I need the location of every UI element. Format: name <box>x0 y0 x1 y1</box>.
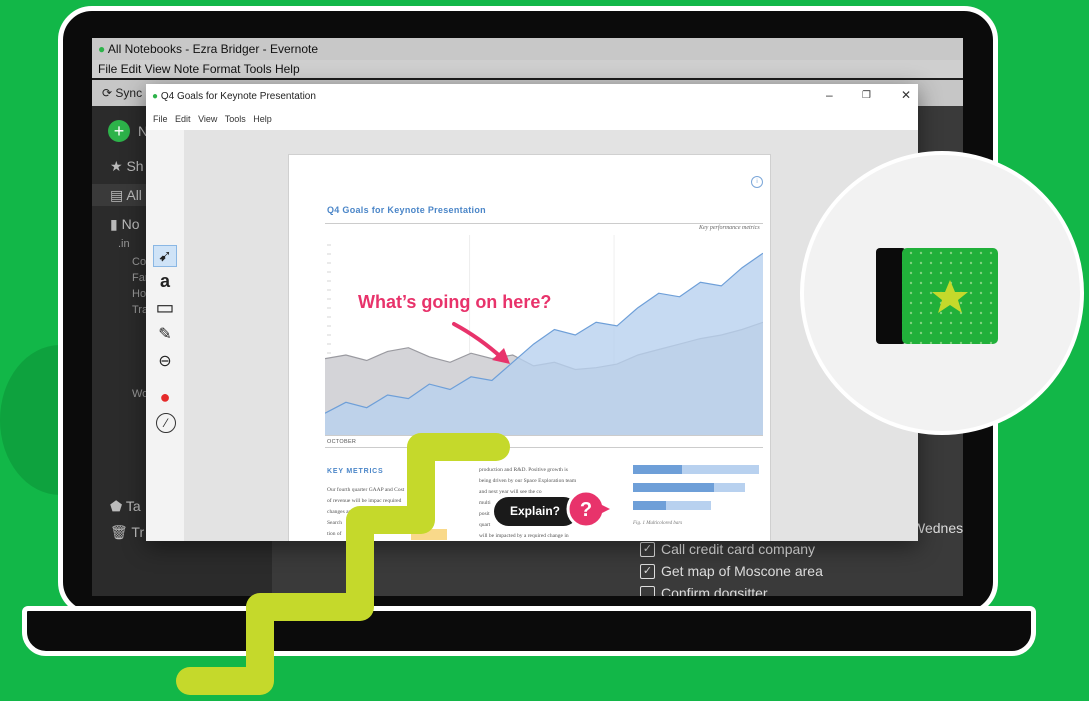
menu-view[interactable]: View <box>198 114 217 124</box>
figure-caption: Fig. 1 Multicolored bars <box>633 521 683 526</box>
notebook-icon: ▮ <box>110 216 118 232</box>
mini-bar-row <box>633 501 763 510</box>
mini-bar-chart <box>633 465 763 519</box>
checkbox-checked-icon[interactable]: ✓ <box>640 563 655 579</box>
color-picker-icon[interactable]: ● <box>153 386 177 408</box>
weekday-text: Wednesd <box>912 520 963 536</box>
sidebar-sub-item[interactable]: Co <box>132 256 146 268</box>
checkbox-checked-icon[interactable]: ✓ <box>640 541 655 557</box>
menu-edit[interactable]: Edit <box>175 114 191 124</box>
doc-window-title-bar: ● Q4 Goals for Keynote Presentation <box>146 84 918 109</box>
sync-icon: ⟳ <box>102 86 113 100</box>
sync-label: Sync <box>115 86 143 100</box>
chart-subtitle: Key performance metrics <box>699 225 760 231</box>
checklist-item[interactable]: Confirm dogsitter <box>640 582 963 596</box>
menu-help[interactable]: Help <box>253 114 272 124</box>
document-title: Q4 Goals for Keynote Presentation <box>327 205 486 215</box>
close-button[interactable]: ✕ <box>901 88 911 102</box>
area-chart <box>325 235 763 435</box>
trash-icon: 🗑 <box>110 524 128 540</box>
annotation-arrow-icon <box>452 322 510 364</box>
sidebar-item-notebooks[interactable]: ▮ No <box>110 216 140 233</box>
menu-tools[interactable]: Tools <box>225 114 246 124</box>
evernote-title-bar: ● All Notebooks - Ezra Bridger - Evernot… <box>92 38 963 60</box>
sidebar-sub-inbox[interactable]: .in <box>118 238 130 250</box>
checklist: ✓ Call credit card company ✓ Get map of Mo… <box>640 538 963 596</box>
mini-bar-dark <box>633 465 683 474</box>
svg-text:?: ? <box>580 499 592 521</box>
sidebar-item-shortcuts[interactable]: ★ Sh <box>110 158 144 175</box>
notebook-logo-icon <box>876 248 998 344</box>
annotation-text[interactable]: What’s going on here? <box>358 292 551 313</box>
evernote-logo-icon: ● <box>98 42 106 56</box>
mini-bar-row <box>633 465 763 474</box>
evernote-window-title: All Notebooks - Ezra Bridger - Evernote <box>107 42 319 56</box>
evernote-menu-bar[interactable]: File Edit View Note Format Tools Help <box>92 60 963 78</box>
star-icon: ★ <box>110 158 123 174</box>
note-icon: ▤ <box>110 187 124 203</box>
chart-area-series-2 <box>325 253 763 435</box>
sidebar-sub-item[interactable]: Ho <box>132 288 146 300</box>
doc-window-menu-bar: File Edit View Tools Help <box>146 109 918 129</box>
highlighter-tool-icon[interactable]: ✎ <box>153 324 177 346</box>
text-tool-icon[interactable]: a <box>153 270 177 292</box>
pointer-tool-icon[interactable]: ➹ <box>153 245 177 267</box>
mini-bar-dark <box>633 483 714 492</box>
restore-button[interactable]: ❐ <box>862 90 871 101</box>
tag-icon: ⬟ <box>110 498 123 514</box>
zigzag-decoration <box>176 433 510 695</box>
minimize-button[interactable]: – <box>826 88 833 102</box>
menu-file[interactable]: File <box>153 114 168 124</box>
sidebar-item-tags[interactable]: ⬟ Ta <box>110 498 141 515</box>
evernote-logo-icon: ● <box>152 91 159 102</box>
checklist-item[interactable]: ✓ Call credit card company <box>640 538 963 560</box>
mini-bar-row <box>633 483 763 492</box>
mini-bar-dark <box>633 501 666 510</box>
checkbox-unchecked-icon[interactable] <box>640 585 655 596</box>
question-mark-icon[interactable]: ? <box>566 489 610 529</box>
stamp-tool-icon[interactable]: ⊖ <box>153 351 177 373</box>
new-note-button[interactable]: + <box>108 120 130 142</box>
sidebar-item-trash[interactable]: 🗑 Tr <box>110 524 144 541</box>
title-rule <box>325 223 763 224</box>
checklist-item[interactable]: ✓ Get map of Moscone area <box>640 560 963 582</box>
page-info-icon[interactable]: i <box>751 176 763 188</box>
rectangle-tool-icon[interactable]: ▭ <box>153 297 177 319</box>
doc-window-title: Q4 Goals for Keynote Presentation <box>160 91 316 102</box>
